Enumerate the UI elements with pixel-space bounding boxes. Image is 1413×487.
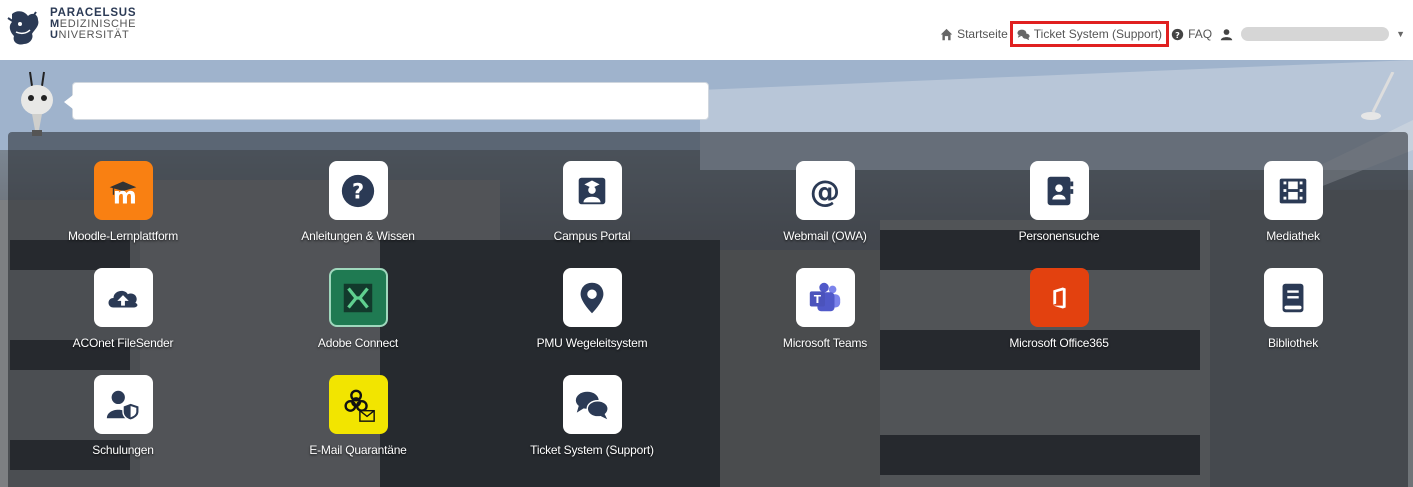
svg-text:m: m [113,183,137,209]
tile-campus-portal[interactable]: Campus Portal [502,161,682,243]
hero-background: m Moodle-Lernplattform ? Anleitungen & W… [0,60,1413,487]
nav-home-link[interactable]: Startseite [940,27,1008,41]
nav-ticket-link[interactable]: Ticket System (Support) [1009,21,1170,47]
biohazard-mail-icon [328,375,388,434]
tile-personensuche[interactable]: Personensuche [969,161,1149,243]
tile-label: Mediathek [1266,229,1320,243]
tile-label: Microsoft Office365 [1009,336,1109,350]
nav-ticket-label: Ticket System (Support) [1033,27,1163,41]
user-icon [1220,28,1233,40]
teams-icon: T [795,268,855,327]
tile-anleitungen[interactable]: ? Anleitungen & Wissen [268,161,448,243]
chatbot-search-input[interactable] [73,83,708,119]
film-icon [1263,161,1323,220]
nav-home-label: Startseite [957,27,1008,41]
tile-label: Personensuche [1018,229,1100,243]
chevron-down-icon: ▼ [1396,29,1405,39]
tile-label: Microsoft Teams [782,336,868,350]
tile-webmail[interactable]: @ Webmail (OWA) [735,161,915,243]
logo-line-3: UNIVERSITÄT [50,29,130,41]
moodle-icon: m [93,161,153,220]
office-icon [1029,268,1089,327]
apps-panel [8,132,1408,487]
tile-microsoft-teams[interactable]: T Microsoft Teams [735,268,915,350]
home-icon [940,28,953,40]
svg-text:?: ? [352,179,364,203]
graduate-user-icon [562,161,622,220]
tile-label: PMU Wegeleitsystem [536,336,648,350]
tile-bibliothek[interactable]: Bibliothek [1203,268,1383,350]
adobe-connect-icon [328,268,388,327]
university-logo[interactable]: PARACELSUS MEDIZINISCHE UNIVERSITÄT [6,7,136,48]
tile-ticket-system[interactable]: Ticket System (Support) [502,375,682,457]
chatbot-search-bubble [64,82,709,120]
user-shield-icon [93,375,153,434]
logo-wordmark: PARACELSUS MEDIZINISCHE UNIVERSITÄT [50,7,136,41]
comments-icon [562,375,622,434]
book-icon [1263,268,1323,327]
tile-label: Anleitungen & Wissen [301,229,415,243]
comments-icon [1017,29,1030,40]
tile-label: Campus Portal [553,229,631,243]
svg-text:T: T [814,293,822,305]
tile-label: Ticket System (Support) [530,443,654,457]
tile-filesender[interactable]: ACOnet FileSender [33,268,213,350]
svg-text:@: @ [810,174,840,209]
tile-wegeleitsystem[interactable]: PMU Wegeleitsystem [502,268,682,350]
paracelsus-logo-icon [7,11,39,45]
street-lamp-image [1361,72,1395,120]
top-nav: Startseite Ticket System (Support) ? FAQ… [940,21,1405,47]
chatbot-robot-icon[interactable] [14,70,62,138]
tile-label: ACOnet FileSender [72,336,174,350]
tile-label: Schulungen [92,443,154,457]
cloud-upload-icon [93,268,153,327]
question-circle-icon: ? [1171,28,1184,40]
tile-office365[interactable]: Microsoft Office365 [969,268,1149,350]
address-book-icon [1029,161,1089,220]
nav-faq-label: FAQ [1188,27,1213,41]
at-sign-icon: @ [795,161,855,220]
top-bar: PARACELSUS MEDIZINISCHE UNIVERSITÄT Star… [0,0,1413,60]
user-name-redacted [1241,27,1390,41]
map-marker-icon [562,268,622,327]
svg-text:?: ? [1175,29,1180,39]
nav-faq-link[interactable]: ? FAQ [1171,27,1212,41]
tile-mediathek[interactable]: Mediathek [1203,161,1383,243]
tile-label: Moodle-Lernplattform [67,229,179,243]
question-circle-icon: ? [328,161,388,220]
tile-moodle[interactable]: m Moodle-Lernplattform [33,161,213,243]
tile-label: Adobe Connect [317,336,399,350]
tile-schulungen[interactable]: Schulungen [33,375,213,457]
tile-label: Bibliothek [1267,336,1319,350]
tile-email-quarantine[interactable]: E-Mail Quarantäne [268,375,448,457]
tile-label: Webmail (OWA) [783,229,867,243]
tile-label: E-Mail Quarantäne [309,443,407,457]
tile-adobe-connect[interactable]: Adobe Connect [268,268,448,350]
user-menu[interactable]: ▼ [1220,27,1405,41]
